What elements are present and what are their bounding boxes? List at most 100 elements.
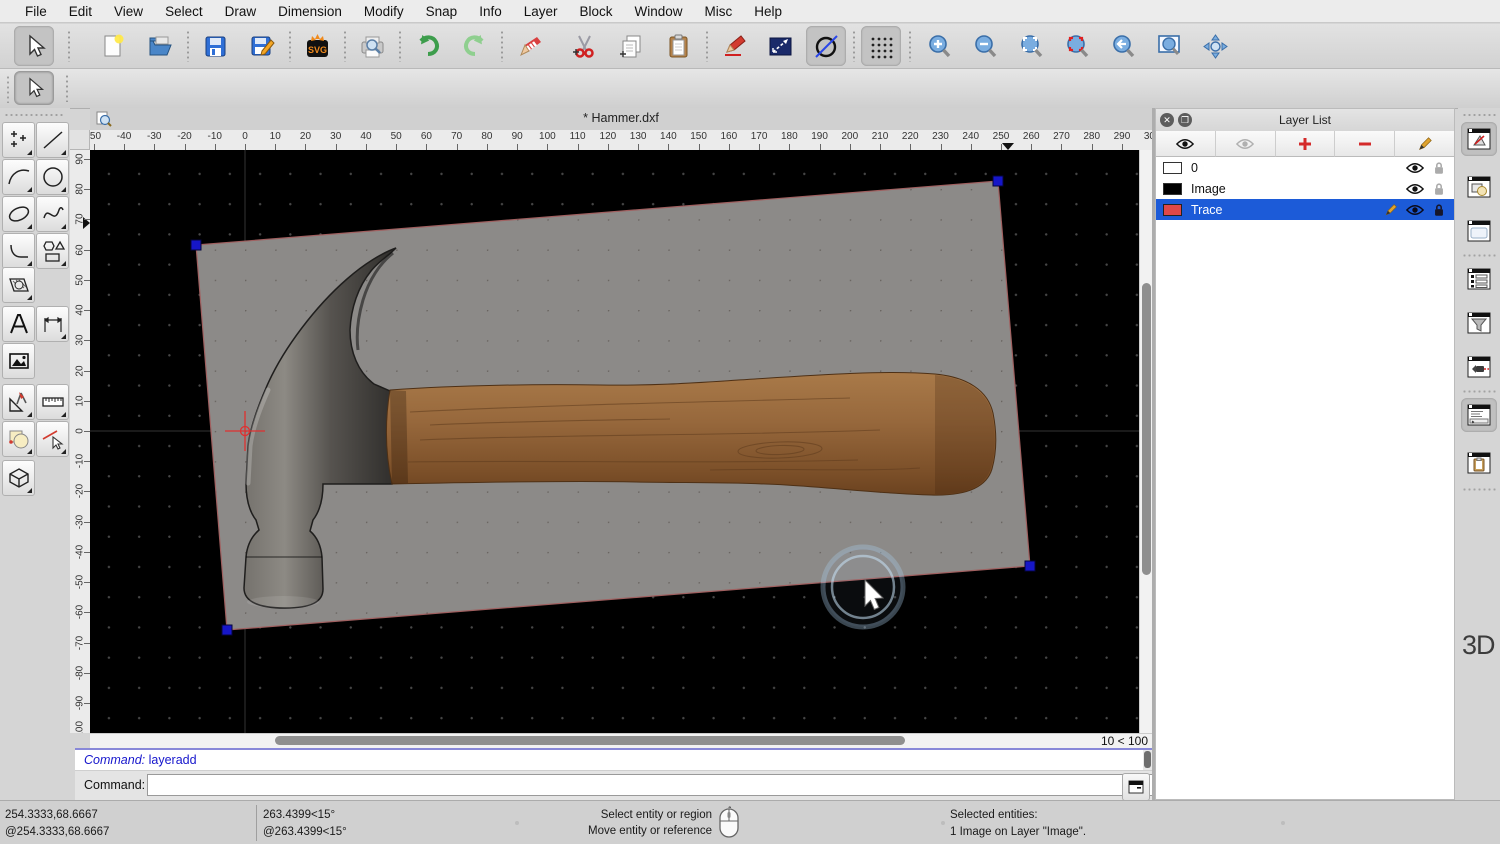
menu-item-draw[interactable]: Draw (214, 4, 268, 19)
point-tool-button[interactable] (2, 122, 35, 158)
cad-select-button[interactable] (14, 71, 54, 105)
command-line-dock-button[interactable] (1461, 398, 1497, 432)
arc-tool-button[interactable] (2, 159, 35, 195)
palette-drag-handle[interactable] (4, 113, 64, 117)
edit-layer-button[interactable] (1395, 131, 1454, 157)
save-as-button[interactable] (242, 26, 282, 66)
open-file-button[interactable] (140, 26, 180, 66)
cut-button[interactable] (564, 26, 604, 66)
3d-dock-label[interactable]: 3D (1462, 630, 1496, 661)
shape-tool-button[interactable] (36, 233, 69, 269)
layer-lock-icon[interactable] (1430, 161, 1448, 175)
history-scrollbar[interactable] (1143, 750, 1152, 770)
vertical-ruler: 90 80 70 60 50 40 30 20 10 0 -10 -20 -30 -40 -50 -60 -70… (70, 150, 91, 733)
zoom-selection-button[interactable] (1057, 26, 1097, 66)
measure-distance-button[interactable] (760, 26, 800, 66)
command-dock-button[interactable] (1122, 773, 1150, 801)
layer-color-swatch[interactable] (1163, 203, 1182, 216)
menu-item-layer[interactable]: Layer (513, 4, 569, 19)
show-all-layers-button[interactable] (1156, 131, 1216, 157)
vruler-label: -100 (74, 721, 86, 733)
menu-item-edit[interactable]: Edit (58, 4, 103, 19)
menu-item-block[interactable]: Block (569, 4, 624, 19)
menu-item-modify[interactable]: Modify (353, 4, 415, 19)
paste-button[interactable] (658, 26, 698, 66)
spline-tool-button[interactable] (36, 196, 69, 232)
ruler-tool-button[interactable] (36, 384, 69, 420)
vertical-scrollbar[interactable] (1139, 150, 1152, 733)
command-input[interactable] (147, 774, 1195, 796)
menu-item-file[interactable]: File (14, 4, 58, 19)
vscroll-thumb[interactable] (1142, 283, 1151, 575)
modify-tool-button[interactable] (2, 421, 35, 457)
pan-button[interactable] (1195, 26, 1235, 66)
svg-export-button[interactable]: SVG (297, 26, 337, 66)
pen-button[interactable] (714, 26, 754, 66)
menu-item-select[interactable]: Select (154, 4, 214, 19)
hide-all-layers-button[interactable] (1215, 131, 1276, 157)
zoom-window-button[interactable] (1149, 26, 1189, 66)
hatch-tool-button[interactable] (2, 267, 35, 303)
layer-lock-icon[interactable] (1430, 182, 1448, 196)
menu-item-window[interactable]: Window (624, 4, 694, 19)
image-tool-button[interactable] (2, 343, 35, 379)
undo-button[interactable] (408, 26, 448, 66)
menu-item-info[interactable]: Info (468, 4, 513, 19)
new-file-button[interactable] (93, 26, 133, 66)
auto-zoom-button[interactable] (1011, 26, 1051, 66)
history-scroll-thumb[interactable] (1144, 751, 1151, 768)
text-tool-button[interactable] (2, 306, 35, 342)
layer-pencil-icon[interactable] (1382, 203, 1400, 217)
modify-trim-tool-button[interactable] (36, 421, 69, 457)
drawing-canvas[interactable] (90, 150, 1139, 733)
polyline-tool-button[interactable] (2, 233, 35, 269)
dimension-tool-button[interactable] (36, 306, 69, 342)
menu-item-misc[interactable]: Misc (694, 4, 744, 19)
block-list-dock-button[interactable] (1461, 170, 1497, 204)
ellipse-tool-button[interactable] (2, 196, 35, 232)
layer-visibility-icon[interactable] (1406, 161, 1424, 175)
zoom-in-button[interactable] (919, 26, 959, 66)
menu-item-snap[interactable]: Snap (415, 4, 469, 19)
snap-free-button[interactable] (806, 26, 846, 66)
menu-item-dimension[interactable]: Dimension (267, 4, 353, 19)
layer-color-swatch[interactable] (1163, 182, 1182, 195)
grid-toggle-button[interactable] (861, 26, 901, 66)
line-tool-button[interactable] (36, 122, 69, 158)
zoom-out-button[interactable] (965, 26, 1005, 66)
menu-item-view[interactable]: View (103, 4, 154, 19)
layer-row-0[interactable]: 0 (1156, 157, 1454, 178)
select-tool-button[interactable] (14, 26, 54, 66)
selection-filter-dock-button[interactable] (1461, 306, 1497, 340)
info-tool-button[interactable] (2, 384, 35, 420)
image-entity[interactable] (195, 180, 1031, 631)
dock-drag-handle[interactable] (1462, 113, 1496, 117)
hscroll-thumb[interactable] (275, 736, 905, 745)
toolbar-drag-handle[interactable] (6, 75, 10, 103)
menu-item-help[interactable]: Help (743, 4, 793, 19)
layer-row-trace[interactable]: Trace (1156, 199, 1454, 220)
horizontal-scrollbar[interactable]: 10 < 100 (90, 733, 1152, 748)
layer-row-image[interactable]: Image (1156, 178, 1454, 199)
circle-tool-button[interactable] (36, 159, 69, 195)
remove-layer-button[interactable] (1335, 131, 1396, 157)
property-editor-dock-button[interactable] (1461, 214, 1497, 248)
redo-button[interactable] (454, 26, 494, 66)
hruler-label: -30 (147, 131, 162, 142)
library-browser-dock-button[interactable] (1461, 262, 1497, 296)
clipboard-dock-button[interactable] (1461, 446, 1497, 480)
layer-name: 0 (1191, 160, 1198, 175)
solid-tool-button[interactable] (2, 460, 35, 496)
pen-settings-dock-button[interactable] (1461, 350, 1497, 384)
layer-list-dock-button[interactable] (1461, 122, 1497, 156)
layer-visibility-icon[interactable] (1406, 203, 1424, 217)
layer-visibility-icon[interactable] (1406, 182, 1424, 196)
print-preview-button[interactable] (352, 26, 392, 66)
previous-view-button[interactable] (1103, 26, 1143, 66)
save-button[interactable] (195, 26, 235, 66)
layer-color-swatch[interactable] (1163, 161, 1182, 174)
delete-button[interactable] (510, 26, 550, 66)
layer-lock-icon[interactable] (1430, 203, 1448, 217)
copy-button[interactable] (611, 26, 651, 66)
add-layer-button[interactable] (1275, 131, 1336, 157)
